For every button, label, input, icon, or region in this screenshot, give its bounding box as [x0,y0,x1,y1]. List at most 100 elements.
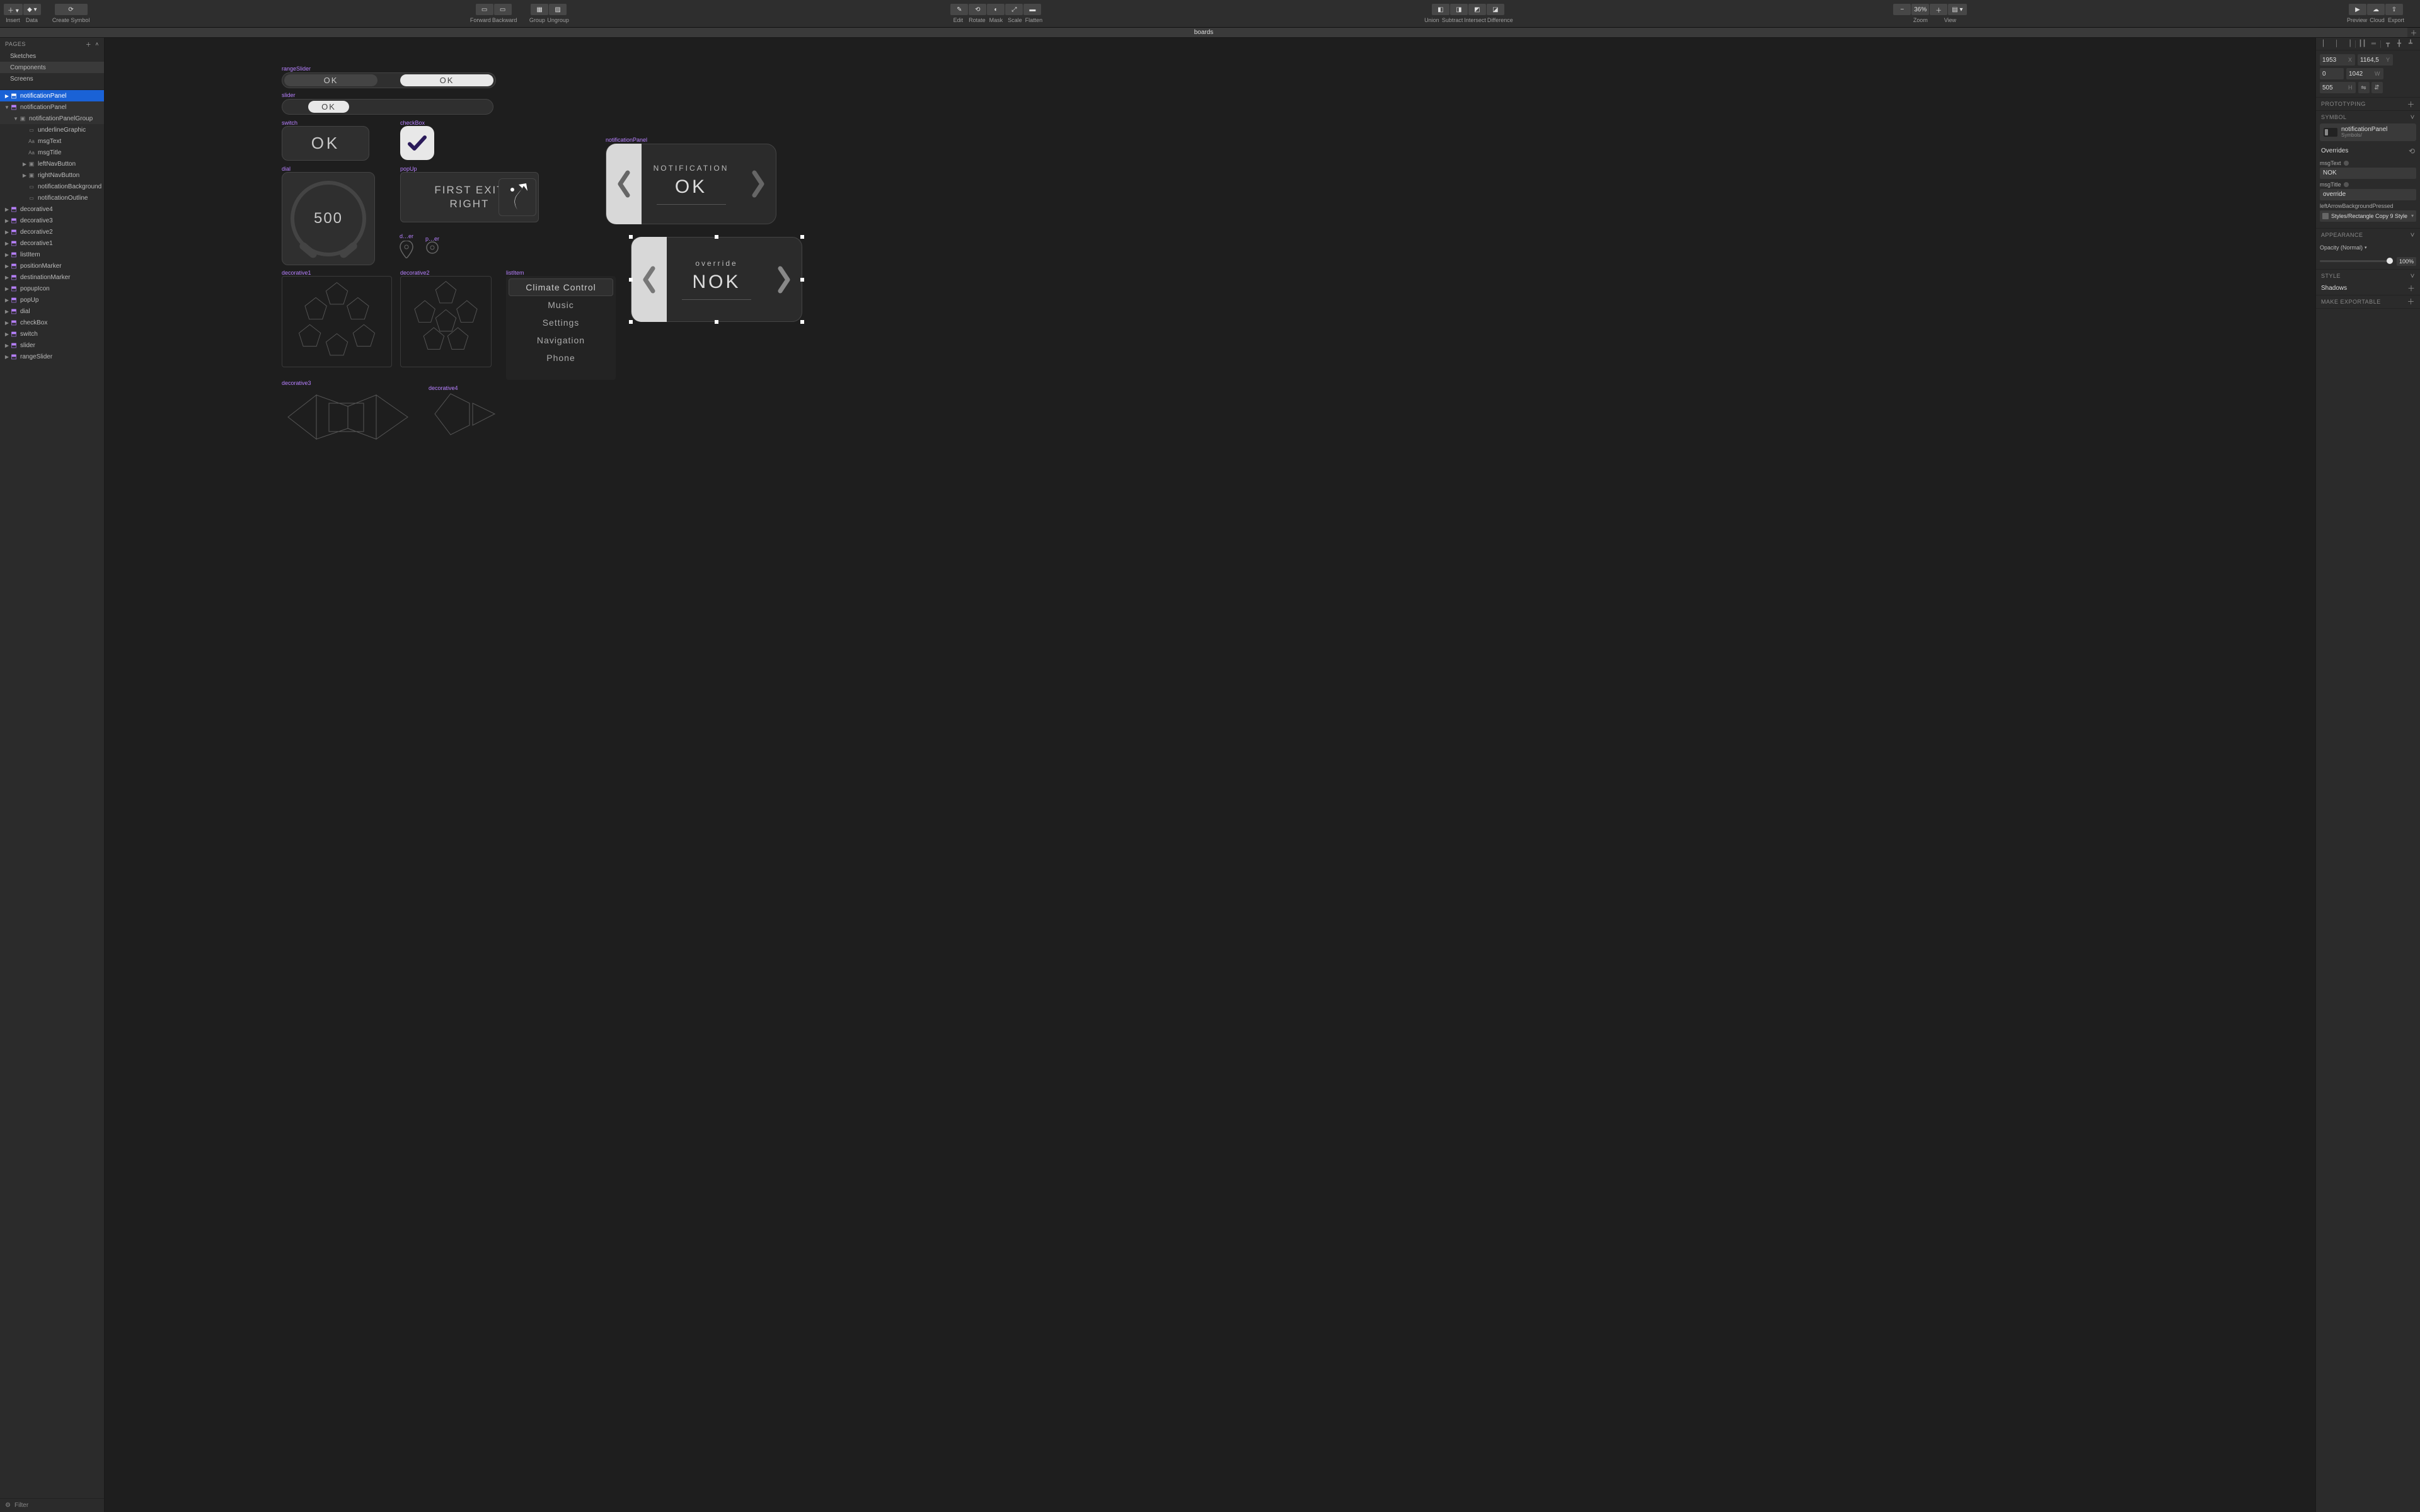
distribute-h-icon[interactable]: ┃┃ [2358,40,2367,49]
flip-h-icon[interactable]: ⇋ [2358,82,2370,93]
artboard-label[interactable]: checkBox [400,120,425,126]
x-field[interactable]: X [2320,54,2355,66]
layer-row[interactable]: ▶⬒switch [0,328,104,340]
appearance-chevron-icon[interactable]: ˅ [2410,231,2415,239]
artboard-rangeSlider[interactable]: OK OK [282,72,496,88]
preview-button[interactable]: ▶ [2349,4,2366,15]
override-msgText-field[interactable] [2320,168,2416,179]
add-page-icon[interactable]: ＋ [86,40,92,49]
zoom-out-button[interactable]: − [1893,4,1911,15]
artboard-dial[interactable]: 500 [282,172,375,265]
symbol-selector[interactable]: notificationPanel Symbols/ [2320,123,2416,141]
artboard-destinationMarker[interactable] [400,241,413,258]
layer-row[interactable]: ▶⬒slider [0,340,104,351]
layer-row[interactable]: ▶⬒notificationPanel [0,90,104,101]
artboard-switch[interactable]: OK [282,126,369,161]
opacity-value[interactable]: 100% [2397,257,2416,266]
artboard-label[interactable]: notificationPanel [606,137,647,143]
artboard-label[interactable]: listItem [506,270,524,276]
layers-list[interactable]: ▶⬒notificationPanel▼⬒notificationPanel▼▣… [0,89,104,1498]
artboard-decorative4[interactable] [429,391,498,438]
layer-row[interactable]: ▭notificationBackground [0,181,104,192]
align-middle-icon[interactable]: ╋ [2395,40,2404,49]
add-prototyping-icon[interactable]: ＋ [2407,99,2415,110]
backward-button[interactable]: ▭ [494,4,512,15]
y-field[interactable]: Y [2358,54,2393,66]
reset-overrides-icon[interactable]: ⟲ [2409,147,2415,156]
flip-v-icon[interactable]: ⇵ [2371,82,2383,93]
artboard-label[interactable]: popUp [400,166,417,172]
layer-row[interactable]: ▶⬒decorative1 [0,238,104,249]
align-bottom-icon[interactable]: ┻ [2406,40,2415,49]
zoom-percentage[interactable]: 36% [1911,4,1929,15]
layer-row[interactable]: ▶⬒listItem [0,249,104,260]
list-item[interactable]: Music [509,296,613,314]
collapse-pages-icon[interactable]: ˄ [95,41,99,47]
list-item[interactable]: Phone [509,349,613,367]
override-leftArrow-select[interactable]: Styles/Rectangle Copy 9 Style▾ [2320,210,2416,222]
artboard-label[interactable]: dial [282,166,291,172]
layer-row[interactable]: ▶⬒destinationMarker [0,272,104,283]
layer-row[interactable]: ▼⬒notificationPanel [0,101,104,113]
create-symbol-button[interactable]: ⟳ [55,4,88,15]
layer-row[interactable]: ▭underlineGraphic [0,124,104,135]
range-left-knob[interactable]: OK [284,74,377,86]
tab-boards[interactable]: boards [0,28,2407,37]
artboard-decorative1[interactable] [282,276,392,367]
distribute-v-icon[interactable]: ═ [2369,40,2378,49]
insert-button[interactable]: ＋ ▾ [4,4,23,15]
add-export-icon[interactable]: ＋ [2407,296,2415,307]
align-top-icon[interactable]: ┳ [2383,40,2392,49]
artboard-label[interactable]: slider [282,92,296,98]
selection-handles[interactable] [629,235,804,324]
artboard-notificationPanel[interactable]: NOTIFICATION OK [606,144,776,224]
mask-button[interactable]: ◐ [987,4,1005,15]
align-right-icon[interactable]: ▕ [2344,40,2353,49]
align-center-icon[interactable]: │ [2332,40,2341,49]
page-item[interactable]: Sketches [0,50,104,62]
data-button[interactable]: ◆ ▾ [23,4,41,15]
layer-row[interactable]: ▶⬒decorative2 [0,226,104,238]
opacity-slider[interactable] [2320,260,2393,262]
layer-row[interactable]: ▶⬒popUp [0,294,104,306]
view-button[interactable]: ▤ ▾ [1948,4,1966,15]
tab-add-button[interactable]: ＋ [2407,28,2420,37]
layer-row[interactable]: AamsgText [0,135,104,147]
subtract-button[interactable]: ◨ [1450,4,1468,15]
slider-knob[interactable]: OK [308,101,349,113]
range-right-knob[interactable]: OK [400,74,493,86]
layer-row[interactable]: ▶⬒decorative4 [0,203,104,215]
right-nav-button[interactable] [740,144,776,224]
group-button[interactable]: ▦ [531,4,548,15]
left-nav-button[interactable] [606,144,642,224]
canvas[interactable]: rangeSlider slider switch checkBox dial … [105,38,2315,1512]
w-field[interactable]: W [2346,68,2383,79]
page-item[interactable]: Screens [0,73,104,84]
layer-row[interactable]: ▶▣leftNavButton [0,158,104,169]
artboard-label[interactable]: decorative2 [400,270,430,276]
rotation-field[interactable] [2320,68,2344,79]
artboard-label[interactable]: rangeSlider [282,66,311,72]
style-chevron-icon[interactable]: ˅ [2410,272,2415,280]
edit-button[interactable]: ✎ [950,4,968,15]
artboard-label[interactable]: decorative3 [282,380,311,386]
artboard-positionMarker[interactable] [425,241,439,255]
layer-row[interactable]: ▶▣rightNavButton [0,169,104,181]
artboard-decorative3[interactable] [282,387,414,447]
layer-row[interactable]: ▶⬒dial [0,306,104,317]
layer-row[interactable]: ▶⬒checkBox [0,317,104,328]
add-shadow-icon[interactable]: ＋ [2407,283,2415,294]
rotate-button[interactable]: ⟲ [969,4,986,15]
layer-row[interactable]: ▶⬒decorative3 [0,215,104,226]
cloud-button[interactable]: ☁ [2367,4,2385,15]
forward-button[interactable]: ▭ [476,4,493,15]
zoom-in-button[interactable]: ＋ [1930,4,1947,15]
artboard-listItem[interactable]: Climate ControlMusicSettingsNavigationPh… [506,276,616,380]
artboard-decorative2[interactable] [400,276,492,367]
layer-row[interactable]: ▶⬒positionMarker [0,260,104,272]
artboard-slider[interactable]: OK [282,99,493,115]
h-field[interactable]: H [2320,82,2356,93]
export-button[interactable]: ⇪ [2385,4,2403,15]
layer-row[interactable]: AamsgTitle [0,147,104,158]
selected-symbol-instance[interactable]: override NOK [631,237,802,322]
